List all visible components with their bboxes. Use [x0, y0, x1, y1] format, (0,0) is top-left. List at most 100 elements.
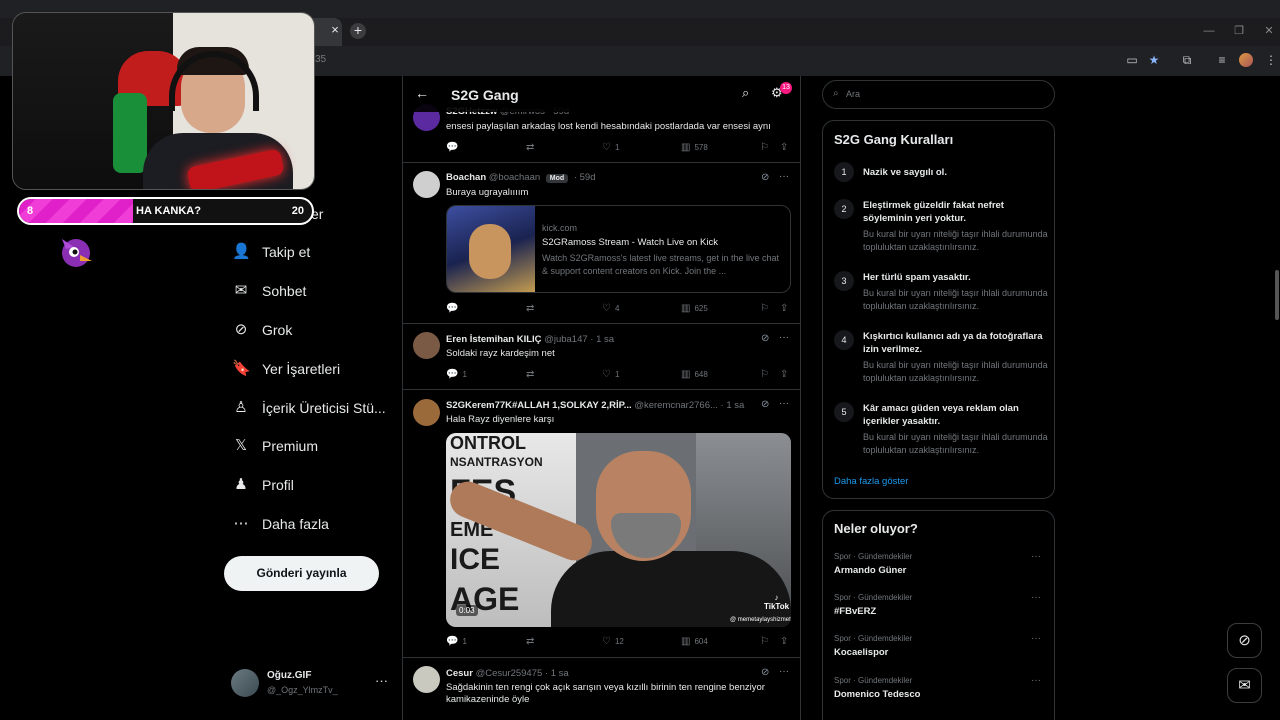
- trend-name[interactable]: Kocaelispor: [834, 647, 888, 658]
- media-icon[interactable]: ≡: [1214, 52, 1230, 68]
- share-button[interactable]: ⇪: [780, 369, 792, 380]
- grok-float-button[interactable]: ⊘: [1227, 623, 1262, 658]
- scrollbar[interactable]: [1275, 270, 1279, 320]
- bookmark-button[interactable]: ⚐: [760, 303, 773, 314]
- heart-icon: ♡: [602, 369, 611, 380]
- nav-label: Premium: [262, 438, 319, 454]
- grok-icon[interactable]: ⊘: [761, 399, 769, 410]
- share-button[interactable]: ⇪: [780, 142, 792, 153]
- nav-item-premium[interactable]: 𝕏 Premium: [232, 433, 318, 459]
- post[interactable]: Boachan @boachaan Mod · 59d ⊘ ··· Buraya…: [403, 163, 800, 324]
- post-avatar[interactable]: [413, 666, 440, 693]
- post-author[interactable]: S2GKerem77K#ALLAH 1,SOLKAY 2,RİP...: [446, 400, 632, 411]
- extensions-icon[interactable]: ⧉: [1179, 52, 1195, 68]
- nav-label: Profil: [262, 477, 294, 493]
- account-name[interactable]: Oğuz.GIF: [267, 670, 311, 681]
- trend-more-icon[interactable]: ···: [1031, 633, 1041, 644]
- like-button[interactable]: ♡ 1: [602, 142, 619, 153]
- reply-button[interactable]: 💬 1: [446, 369, 467, 380]
- rule-title: Nazik ve saygılı ol.: [863, 167, 947, 178]
- reply-icon: 💬: [446, 142, 459, 153]
- repost-button[interactable]: ⇄: [526, 636, 538, 647]
- views-button[interactable]: ▥ 648: [681, 369, 708, 380]
- post[interactable]: S2GKerem77K#ALLAH 1,SOLKAY 2,RİP... @ker…: [403, 390, 800, 658]
- bookmark-button[interactable]: ⚐: [760, 636, 773, 647]
- grok-icon: ⊘: [234, 321, 248, 338]
- more-icon[interactable]: ···: [779, 666, 789, 677]
- repost-button[interactable]: ⇄: [526, 303, 538, 314]
- grok-icon[interactable]: ⊘: [761, 667, 769, 678]
- more-icon[interactable]: ···: [779, 332, 789, 343]
- repost-button[interactable]: ⇄: [526, 369, 538, 380]
- trend-name[interactable]: Armando Güner: [834, 565, 906, 576]
- nav-item-follow[interactable]: 👤 Takip et: [232, 239, 310, 265]
- cast-icon[interactable]: ▭: [1124, 52, 1140, 68]
- account-more-icon[interactable]: ···: [375, 673, 388, 688]
- grok-icon[interactable]: ⊘: [761, 172, 769, 183]
- repost-button[interactable]: ⇄: [526, 142, 538, 153]
- trend-category: Spor · Gündemdekiler: [834, 634, 913, 643]
- post[interactable]: Cesur @Cesur259475 · 1 sa ⊘ ··· Sağdakin…: [403, 658, 800, 720]
- trend-more-icon[interactable]: ···: [1031, 551, 1041, 562]
- views-button[interactable]: ▥ 604: [681, 636, 708, 647]
- share-icon: ⇪: [780, 636, 789, 647]
- nav-item-bookmarks[interactable]: 🔖 Yer İşaretleri: [232, 356, 340, 382]
- minimize-button[interactable]: —: [1195, 22, 1223, 40]
- address-bar[interactable]: [300, 50, 1100, 72]
- post-avatar[interactable]: [413, 399, 440, 426]
- search-input[interactable]: ⌕ Ara: [822, 80, 1055, 109]
- close-window-button[interactable]: ✕: [1255, 22, 1280, 40]
- reply-button[interactable]: 💬: [446, 303, 462, 314]
- new-tab-button[interactable]: +: [350, 23, 366, 39]
- post-author[interactable]: Cesur: [446, 668, 473, 679]
- video-player[interactable]: ONTROL NSANTRASYON FES EME ICE AGE 0:03 …: [446, 433, 791, 627]
- stream-goal-text: HA KANKA?: [136, 205, 201, 217]
- show-more-link[interactable]: Daha fazla göster: [834, 476, 908, 487]
- trend-name[interactable]: Domenico Tedesco: [834, 689, 920, 700]
- reply-button[interactable]: 💬 1: [446, 636, 467, 647]
- browser-profile-avatar[interactable]: [1239, 53, 1253, 67]
- search-placeholder: Ara: [846, 89, 861, 99]
- x-icon: 𝕏: [234, 437, 248, 454]
- bookmark-star-icon[interactable]: ★: [1146, 52, 1162, 68]
- trend-more-icon[interactable]: ···: [1031, 675, 1041, 686]
- bookmark-button[interactable]: ⚐: [760, 142, 773, 153]
- account-avatar[interactable]: [231, 669, 259, 697]
- tab-close-icon[interactable]: ×: [327, 22, 343, 38]
- nav-item-more[interactable]: ⋯ Daha fazla: [232, 511, 329, 537]
- post-author[interactable]: Boachan: [446, 172, 486, 183]
- link-card[interactable]: kick.com S2GRamoss Stream - Watch Live o…: [446, 205, 791, 293]
- trend-more-icon[interactable]: ···: [1031, 592, 1041, 603]
- post-avatar[interactable]: [413, 171, 440, 198]
- views-button[interactable]: ▥ 625: [681, 303, 708, 314]
- like-count: 1: [614, 370, 620, 379]
- heart-icon: ♡: [602, 636, 611, 647]
- share-button[interactable]: ⇪: [780, 303, 792, 314]
- grok-icon[interactable]: ⊘: [761, 333, 769, 344]
- reply-button[interactable]: 💬: [446, 142, 462, 153]
- restore-button[interactable]: ❐: [1225, 22, 1253, 40]
- more-icon[interactable]: ···: [779, 398, 789, 409]
- bookmark-button[interactable]: ⚐: [760, 369, 773, 380]
- views-button[interactable]: ▥ 578: [681, 142, 708, 153]
- repost-icon: ⇄: [526, 369, 535, 380]
- trend-name[interactable]: #FBvERZ: [834, 606, 876, 617]
- browser-menu-icon[interactable]: ⋮: [1263, 52, 1279, 68]
- messages-float-button[interactable]: ✉: [1227, 668, 1262, 703]
- nav-item-grok[interactable]: ⊘ Grok: [232, 317, 293, 343]
- like-button[interactable]: ♡ 12: [602, 636, 624, 647]
- more-icon[interactable]: ···: [779, 171, 789, 182]
- share-button[interactable]: ⇪: [780, 636, 792, 647]
- post-author[interactable]: Eren İstemihan KILIÇ: [446, 334, 542, 345]
- nav-item-chat[interactable]: ✉ Sohbet: [232, 278, 307, 304]
- like-button[interactable]: ♡ 4: [602, 303, 619, 314]
- nav-item-profile[interactable]: ♟ Profil: [232, 472, 294, 498]
- post-button[interactable]: Gönderi yayınla: [224, 556, 379, 591]
- back-arrow-icon[interactable]: ←: [415, 85, 429, 101]
- post[interactable]: Eren İstemihan KILIÇ @juba147 · 1 sa ⊘ ·…: [403, 324, 800, 390]
- search-icon[interactable]: ⌕: [742, 85, 749, 101]
- link-card-domain: kick.com: [542, 223, 578, 233]
- nav-item-creator-studio[interactable]: ♙ İçerik Üreticisi Stü...: [232, 395, 385, 421]
- like-button[interactable]: ♡ 1: [602, 369, 619, 380]
- post-avatar[interactable]: [413, 332, 440, 359]
